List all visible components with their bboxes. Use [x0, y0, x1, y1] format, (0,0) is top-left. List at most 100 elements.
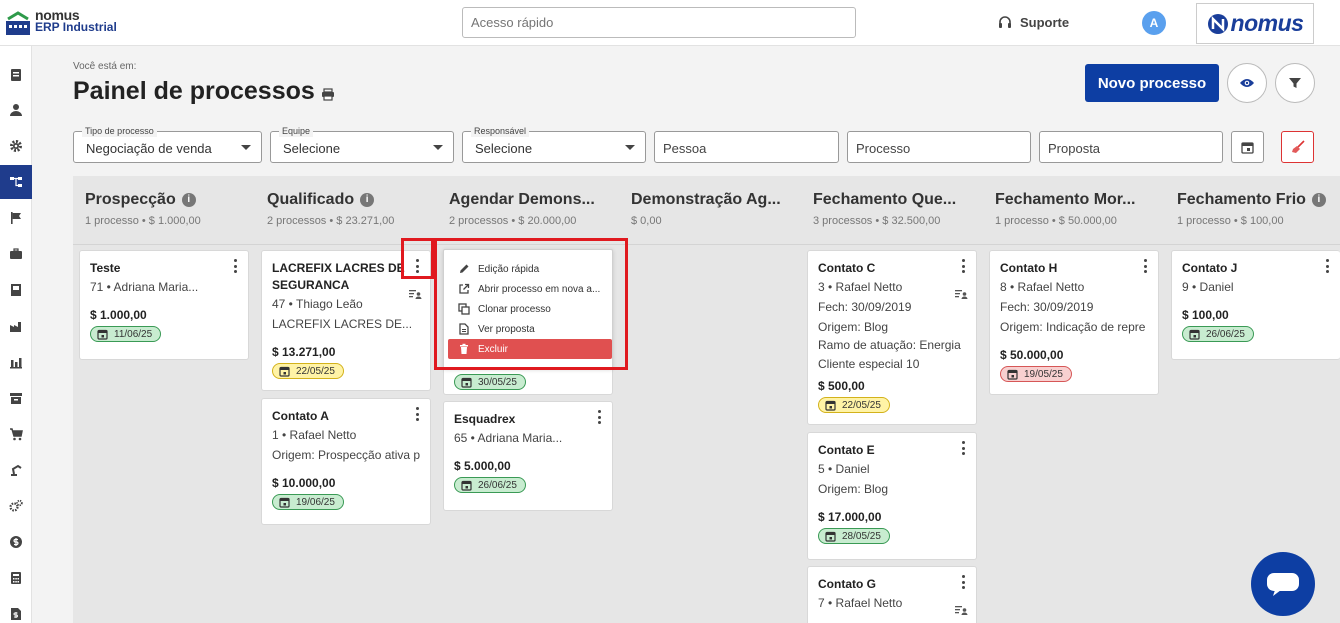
board-divider — [73, 244, 1340, 245]
card-title: Contato C — [818, 261, 876, 275]
sidebar-item-processes[interactable] — [0, 165, 32, 199]
kebab-menu-icon[interactable] — [412, 407, 422, 421]
date-text: 11/06/25 — [114, 328, 153, 340]
support-label: Suporte — [1020, 15, 1070, 30]
gears-icon — [9, 499, 23, 512]
assign-user-icon[interactable] — [954, 288, 968, 300]
card-title: Contato E — [818, 443, 875, 457]
sidebar-item-cart[interactable] — [0, 417, 32, 451]
kebab-menu-icon[interactable] — [230, 259, 240, 273]
process-card-contato-h[interactable]: Contato H 8 • Rafael Netto Fech: 30/09/2… — [989, 250, 1159, 395]
card-line: LACREFIX LACRES DE... — [272, 317, 413, 331]
process-card-contato-a[interactable]: Contato A 1 • Rafael Netto Origem: Prosp… — [261, 398, 431, 525]
top-bar: nomus ERP Industrial Suporte A nomus — [0, 0, 1340, 46]
sidebar-item-settings[interactable] — [0, 129, 32, 163]
robot-arm-icon — [11, 464, 22, 476]
new-process-button[interactable]: Novo processo — [1085, 64, 1219, 102]
calendar-icon — [461, 480, 472, 491]
user-avatar[interactable]: A — [1142, 11, 1166, 35]
column-title: Fechamento Que... — [813, 191, 957, 208]
column-summary: 2 processos • $ 23.271,00 — [267, 215, 395, 227]
sidebar-item-invoices[interactable] — [0, 597, 32, 623]
process-card-contato-e[interactable]: Contato E 5 • Daniel Origem: Blog $ 17.0… — [807, 432, 977, 560]
sidebar-item-reports[interactable] — [0, 345, 32, 379]
date-badge: 26/06/25 — [1182, 326, 1254, 342]
process-type-value: Negociação de venda — [86, 141, 212, 156]
date-text: 19/06/25 — [296, 496, 335, 508]
process-card-contato-g[interactable]: Contato G 7 • Rafael Netto — [807, 566, 977, 623]
info-icon[interactable]: i — [181, 193, 196, 207]
team-select[interactable]: Equipe Selecione — [270, 125, 454, 163]
kebab-menu-icon[interactable] — [1322, 259, 1332, 273]
column-title: Agendar Demons... — [449, 191, 595, 208]
date-badge: 26/06/25 — [454, 477, 526, 493]
card-line: 5 • Daniel — [818, 462, 870, 476]
clear-filters-button[interactable] — [1281, 131, 1314, 163]
view-toggle-button[interactable] — [1227, 63, 1267, 103]
chat-button[interactable] — [1251, 552, 1315, 616]
card-title: Teste — [90, 261, 121, 275]
factory-icon — [10, 322, 21, 332]
chart-icon — [10, 358, 22, 369]
cart-icon — [10, 428, 23, 441]
info-icon[interactable]: i — [1311, 193, 1326, 207]
card-line: Fech: 30/09/2019 — [818, 300, 912, 314]
print-icon[interactable] — [321, 88, 335, 101]
process-card-contato-c[interactable]: Contato C 3 • Rafael Netto Fech: 30/09/2… — [807, 250, 977, 425]
process-card-teste[interactable]: Teste 71 • Adriana Maria... $ 1.000,00 1… — [79, 250, 249, 360]
process-input[interactable]: Processo — [847, 131, 1031, 163]
sidebar-item-users[interactable] — [0, 93, 32, 127]
kebab-menu-icon[interactable] — [958, 575, 968, 589]
sidebar-item-book[interactable] — [0, 273, 32, 307]
kebab-menu-icon[interactable] — [1140, 259, 1150, 273]
date-text: 22/05/25 — [296, 365, 335, 377]
sidebar-item-calculator[interactable] — [0, 561, 32, 595]
card-title: Contato H — [1000, 261, 1058, 275]
column-summary: 1 processo • $ 1.000,00 — [85, 215, 201, 227]
calculator-icon — [11, 572, 21, 584]
column-header-fechamento-frio: Fechamento Frio i 1 processo • $ 100,00 — [1165, 176, 1340, 244]
briefcase-icon — [10, 248, 22, 259]
sidebar-item-finance[interactable] — [0, 525, 32, 559]
calendar-icon — [825, 400, 836, 411]
process-type-select[interactable]: Tipo de processo Negociação de venda — [73, 125, 262, 163]
assign-user-icon[interactable] — [408, 288, 422, 300]
process-card-contato-j[interactable]: Contato J 9 • Daniel $ 100,00 26/06/25 — [1171, 250, 1340, 360]
process-card-esquadrex[interactable]: Esquadrex 65 • Adriana Maria... $ 5.000,… — [443, 401, 613, 511]
card-title: LACREFIX LACRES DE SEGURANCA — [272, 261, 405, 292]
sidebar-item-archive[interactable] — [0, 381, 32, 415]
kebab-menu-icon[interactable] — [958, 441, 968, 455]
file-dollar-icon — [11, 608, 21, 620]
card-line: 47 • Thiago Leão — [272, 297, 363, 311]
kebab-menu-icon[interactable] — [958, 259, 968, 273]
person-input[interactable]: Pessoa — [654, 131, 839, 163]
filter-button[interactable] — [1275, 63, 1315, 103]
sidebar-item-robot[interactable] — [0, 453, 32, 487]
info-icon[interactable]: i — [360, 193, 375, 207]
date-text: 22/05/25 — [842, 399, 881, 411]
card-line: Origem: Blog — [818, 320, 889, 334]
column-header-qualificado: Qualificado i 2 processos • $ 23.271,00 — [255, 176, 437, 244]
sidebar-item-flags[interactable] — [0, 201, 32, 235]
card-title: Esquadrex — [454, 412, 516, 426]
nomus-logo-icon — [6, 11, 30, 35]
sidebar-item-factory[interactable] — [0, 309, 32, 343]
kebab-menu-icon[interactable] — [594, 410, 604, 424]
app-logo[interactable]: nomus ERP Industrial — [4, 8, 117, 37]
sidebar-item-config[interactable] — [0, 489, 32, 523]
sidebar-item-briefcase[interactable] — [0, 237, 32, 271]
responsible-select[interactable]: Responsável Selecione — [462, 125, 646, 163]
card-line: 65 • Adriana Maria... — [454, 431, 563, 445]
date-filter-button[interactable] — [1231, 131, 1264, 163]
page-title: Painel de processos — [73, 77, 315, 105]
proposal-input[interactable]: Proposta — [1039, 131, 1223, 163]
support-link[interactable]: Suporte — [998, 15, 1069, 30]
card-value: $ 10.000,00 — [272, 476, 336, 490]
quick-access-input[interactable] — [462, 7, 856, 38]
date-badge: 11/06/25 — [90, 326, 162, 342]
card-value: $ 17.000,00 — [818, 510, 882, 524]
sidebar-item-documents[interactable] — [0, 58, 32, 92]
chevron-down-icon — [241, 145, 251, 150]
calendar-icon — [825, 531, 836, 542]
assign-user-icon[interactable] — [954, 604, 968, 616]
